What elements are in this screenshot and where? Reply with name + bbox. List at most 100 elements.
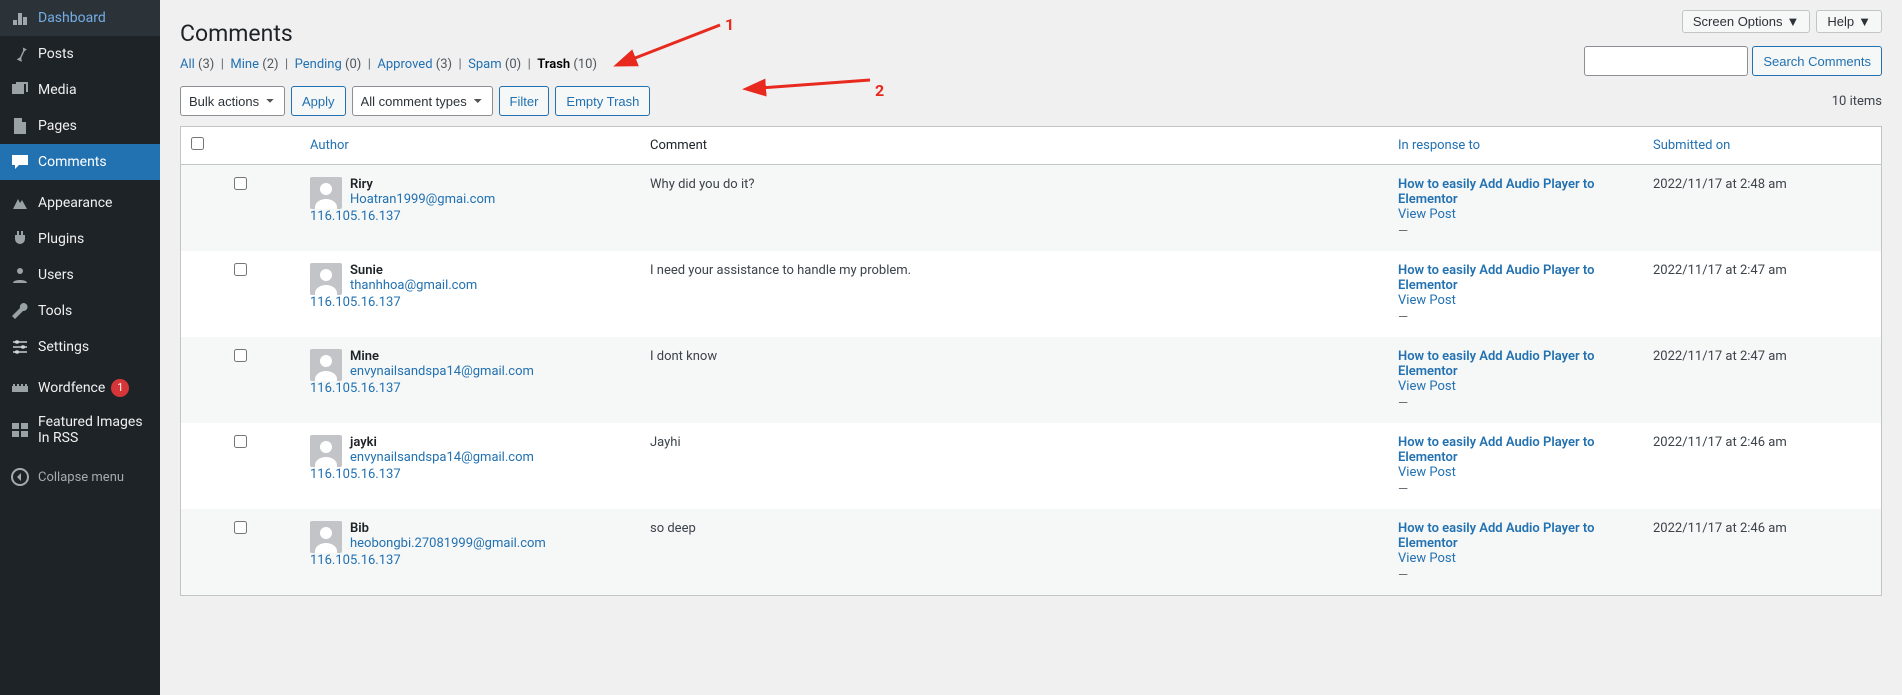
caret-down-icon: ▼ — [1858, 14, 1871, 29]
submitted-date: 2022/11/17 at 2:46 am — [1643, 423, 1881, 509]
submitted-date: 2022/11/17 at 2:47 am — [1643, 251, 1881, 337]
sidebar-item-comments[interactable]: Comments — [0, 144, 160, 180]
table-row: Sunie thanhhoa@gmail.com 116.105.16.137 … — [181, 251, 1881, 337]
sidebar-item-media[interactable]: Media — [0, 72, 160, 108]
filter-button[interactable]: Filter — [499, 86, 550, 116]
col-header-date[interactable]: Submitted on — [1653, 138, 1730, 153]
sidebar-item-label: Dashboard — [38, 10, 106, 26]
response-post-link[interactable]: How to easily Add Audio Player to Elemen… — [1398, 435, 1594, 465]
view-post-link[interactable]: View Post — [1398, 465, 1633, 480]
help-button[interactable]: Help ▼ — [1816, 10, 1882, 33]
filter-spam[interactable]: Spam — [468, 57, 502, 72]
select-all-checkbox[interactable] — [191, 137, 204, 150]
comment-text: I need your assistance to handle my prob… — [640, 251, 1388, 337]
view-post-link[interactable]: View Post — [1398, 551, 1633, 566]
col-header-author[interactable]: Author — [310, 138, 349, 153]
author-ip-link[interactable]: 116.105.16.137 — [310, 295, 630, 310]
filter-mine[interactable]: Mine — [230, 57, 259, 72]
table-row: Riry Hoatran1999@gmai.com 116.105.16.137… — [181, 165, 1881, 251]
pin-icon — [10, 44, 30, 64]
row-checkbox[interactable] — [234, 521, 247, 534]
comment-count-dash: — — [1398, 310, 1633, 325]
author-email-link[interactable]: thanhhoa@gmail.com — [350, 278, 477, 293]
search-comments-input[interactable] — [1584, 46, 1748, 76]
row-checkbox[interactable] — [234, 435, 247, 448]
author-email-link[interactable]: envynailsandspa14@gmail.com — [350, 364, 534, 379]
sidebar-item-label: Appearance — [38, 195, 112, 211]
comments-table: Author Comment In response to Submitted … — [180, 126, 1882, 596]
view-post-link[interactable]: View Post — [1398, 207, 1633, 222]
sidebar-item-settings[interactable]: Settings — [0, 329, 160, 365]
author-name: jayki — [350, 435, 534, 450]
filter-pending[interactable]: Pending — [295, 57, 342, 72]
author-name: Sunie — [350, 263, 477, 278]
filter-all[interactable]: All — [180, 57, 195, 72]
sidebar-item-tools[interactable]: Tools — [0, 293, 160, 329]
author-ip-link[interactable]: 116.105.16.137 — [310, 553, 630, 568]
sidebar-item-label: Users — [38, 267, 74, 283]
filter-trash[interactable]: Trash (10) — [537, 57, 597, 72]
sidebar-item-label: Pages — [38, 118, 77, 134]
table-row: Bib heobongbi.27081999@gmail.com 116.105… — [181, 509, 1881, 595]
avatar — [310, 263, 342, 295]
response-post-link[interactable]: How to easily Add Audio Player to Elemen… — [1398, 521, 1594, 551]
response-post-link[interactable]: How to easily Add Audio Player to Elemen… — [1398, 263, 1594, 293]
avatar — [310, 521, 342, 553]
comment-type-select[interactable]: All comment types — [352, 86, 493, 116]
sidebar-item-wordfence[interactable]: Wordfence1 — [0, 370, 160, 406]
pages-icon — [10, 116, 30, 136]
response-post-link[interactable]: How to easily Add Audio Player to Elemen… — [1398, 349, 1594, 379]
response-post-link[interactable]: How to easily Add Audio Player to Elemen… — [1398, 177, 1594, 207]
users-icon — [10, 265, 30, 285]
author-name: Riry — [350, 177, 495, 192]
author-name: Bib — [350, 521, 546, 536]
search-comments-button[interactable]: Search Comments — [1752, 46, 1882, 76]
col-header-response[interactable]: In response to — [1398, 138, 1480, 153]
row-checkbox[interactable] — [234, 177, 247, 190]
sidebar-item-label: Plugins — [38, 231, 84, 247]
author-ip-link[interactable]: 116.105.16.137 — [310, 381, 630, 396]
comment-count-dash: — — [1398, 482, 1633, 497]
comment-text: so deep — [640, 509, 1388, 595]
sidebar-item-users[interactable]: Users — [0, 257, 160, 293]
sidebar-item-label: Posts — [38, 46, 74, 62]
apply-button[interactable]: Apply — [291, 86, 346, 116]
media-icon — [10, 80, 30, 100]
submitted-date: 2022/11/17 at 2:46 am — [1643, 509, 1881, 595]
view-post-link[interactable]: View Post — [1398, 379, 1633, 394]
table-row: Mine envynailsandspa14@gmail.com 116.105… — [181, 337, 1881, 423]
avatar — [310, 177, 342, 209]
row-checkbox[interactable] — [234, 263, 247, 276]
sidebar-item-label: Wordfence — [38, 380, 105, 396]
comment-text: Jayhi — [640, 423, 1388, 509]
author-ip-link[interactable]: 116.105.16.137 — [310, 467, 630, 482]
author-ip-link[interactable]: 116.105.16.137 — [310, 209, 630, 224]
sidebar-item-plugins[interactable]: Plugins — [0, 221, 160, 257]
main-content: Screen Options ▼ Help ▼ Comments Search … — [160, 0, 1902, 695]
avatar — [310, 435, 342, 467]
sidebar-item-label: Media — [38, 82, 77, 98]
sidebar-item-appearance[interactable]: Appearance — [0, 185, 160, 221]
sidebar-item-pages[interactable]: Pages — [0, 108, 160, 144]
empty-trash-button[interactable]: Empty Trash — [555, 86, 650, 116]
tools-icon — [10, 301, 30, 321]
filter-approved[interactable]: Approved — [377, 57, 432, 72]
author-email-link[interactable]: heobongbi.27081999@gmail.com — [350, 536, 546, 551]
screen-options-button[interactable]: Screen Options ▼ — [1682, 10, 1810, 33]
sidebar-item-featured-images-in-rss[interactable]: Featured Images In RSS — [0, 406, 160, 454]
caret-down-icon: ▼ — [1787, 14, 1800, 29]
collapse-menu[interactable]: Collapse menu — [0, 459, 160, 495]
comment-count-dash: — — [1398, 224, 1633, 239]
bulk-actions-select[interactable]: Bulk actions — [180, 86, 285, 116]
sidebar-item-dashboard[interactable]: Dashboard — [0, 0, 160, 36]
sidebar-item-posts[interactable]: Posts — [0, 36, 160, 72]
col-header-comment: Comment — [640, 127, 1388, 165]
dashboard-icon — [10, 8, 30, 28]
submitted-date: 2022/11/17 at 2:47 am — [1643, 337, 1881, 423]
sidebar-item-label: Comments — [38, 154, 107, 170]
author-email-link[interactable]: Hoatran1999@gmai.com — [350, 192, 495, 207]
view-post-link[interactable]: View Post — [1398, 293, 1633, 308]
sidebar-item-label: Featured Images In RSS — [38, 414, 150, 446]
row-checkbox[interactable] — [234, 349, 247, 362]
author-email-link[interactable]: envynailsandspa14@gmail.com — [350, 450, 534, 465]
